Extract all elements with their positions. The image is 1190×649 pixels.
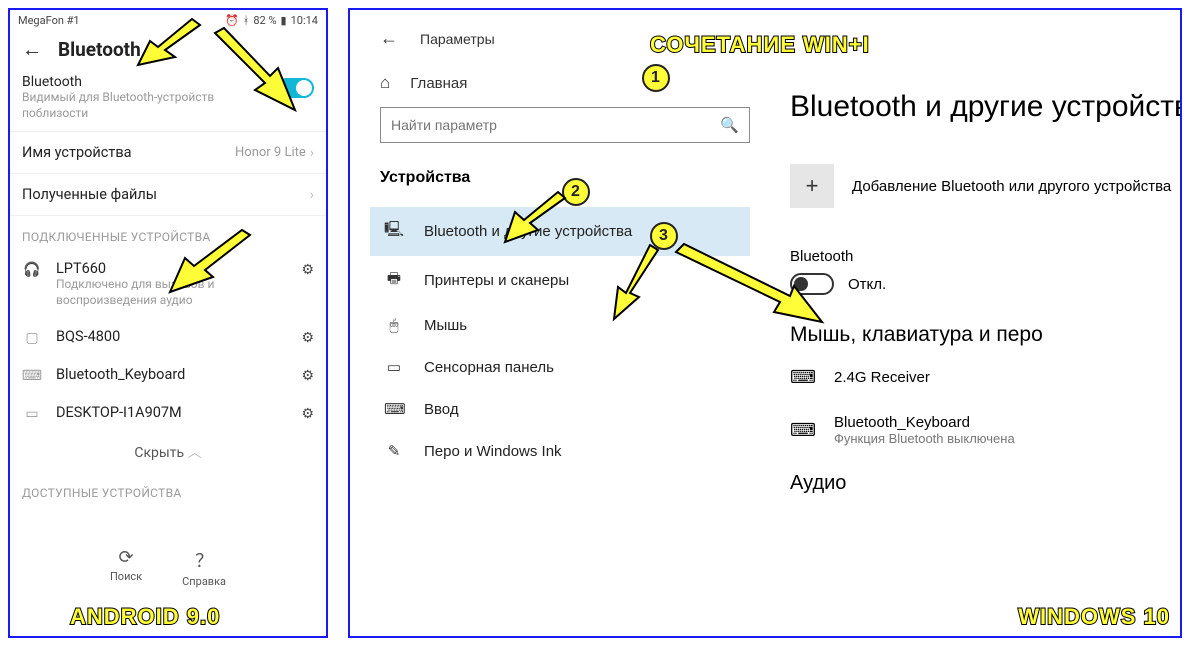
- android-screenshot: MegaFon #1 ⏰ ᚼ 82 % ▮ 10:14 ← Bluetooth …: [8, 8, 328, 638]
- annotation-arrow: [150, 230, 260, 300]
- search-input[interactable]: [391, 117, 720, 133]
- headphones-icon: 🎧: [22, 260, 42, 278]
- sidebar-item-label: Ввод: [424, 401, 459, 418]
- phone-icon: ▢: [22, 328, 42, 346]
- printer-icon: 🖶: [384, 268, 404, 293]
- device-name-value: Honor 9 Lite: [235, 145, 306, 160]
- alarm-icon: ⏰: [225, 14, 239, 27]
- device-name: 2.4G Receiver: [834, 369, 930, 386]
- laptop-icon: ▭: [22, 404, 42, 422]
- chevron-right-icon: ›: [310, 145, 314, 161]
- device-name-row[interactable]: Имя устройства Honor 9 Lite ›: [10, 132, 326, 174]
- bluetooth-icon: 🖳: [384, 219, 404, 244]
- bluetooth-state: Откл.: [848, 276, 886, 293]
- search-button[interactable]: ⟳ Поиск: [110, 547, 142, 588]
- device-name: DESKTOP-I1A907M: [56, 404, 287, 421]
- connected-device-row[interactable]: ⌨ Bluetooth_Keyboard ⚙: [10, 356, 326, 394]
- clock: 10:14: [291, 14, 318, 27]
- battery-percent: 82 %: [253, 14, 276, 27]
- back-arrow-icon[interactable]: ←: [22, 37, 42, 62]
- settings-content: Bluetooth и другие устройства + Добавлен…: [780, 10, 1180, 636]
- settings-title: Параметры: [420, 31, 495, 47]
- annotation-arrow: [500, 190, 580, 250]
- section-header: Устройства: [380, 169, 750, 187]
- add-device-button[interactable]: + Добавление Bluetooth или другого устро…: [790, 164, 1180, 208]
- pen-icon: ✎: [384, 442, 404, 460]
- device-status: Функция Bluetooth выключена: [834, 431, 1015, 446]
- refresh-icon: ⟳: [119, 547, 134, 568]
- windows-screenshot: ← Параметры ⌂ Главная 🔍 Устройства 🖳 Blu…: [348, 8, 1182, 638]
- keyboard-icon: ⌨: [790, 420, 816, 441]
- mkp-header: Мышь, клавиатура и перо: [790, 323, 1180, 347]
- sidebar-item-pen[interactable]: ✎ Перо и Windows Ink: [380, 430, 750, 472]
- gear-icon[interactable]: ⚙: [301, 368, 314, 384]
- home-icon: ⌂: [380, 73, 390, 93]
- device-name: Bluetooth_Keyboard: [834, 414, 1015, 431]
- device-name-label: Имя устройства: [22, 144, 132, 161]
- sidebar-item-typing[interactable]: ⌨ Ввод: [380, 388, 750, 430]
- search-label: Поиск: [110, 570, 142, 583]
- received-files-label: Полученные файлы: [22, 186, 157, 203]
- home-label: Главная: [410, 75, 467, 92]
- device-name: BQS-4800: [56, 328, 287, 345]
- sidebar-item-label: Перо и Windows Ink: [424, 443, 562, 460]
- chevron-right-icon: ›: [310, 187, 314, 203]
- device-row[interactable]: ⌨ 2.4G Receiver: [790, 367, 1180, 388]
- add-device-label: Добавление Bluetooth или другого устройс…: [852, 178, 1171, 195]
- connected-device-row[interactable]: ▢ BQS-4800 ⚙: [10, 318, 326, 356]
- hide-button[interactable]: Скрыть ︿: [10, 432, 326, 472]
- page-title: Bluetooth и другие устройства: [790, 90, 1180, 124]
- bluetooth-label: Bluetooth: [790, 248, 1180, 265]
- sidebar-item-touchpad[interactable]: ▭ Сенсорная панель: [380, 346, 750, 388]
- device-row[interactable]: ⌨ Bluetooth_Keyboard Функция Bluetooth в…: [790, 414, 1180, 446]
- annotation-arrow: [200, 28, 310, 118]
- gear-icon[interactable]: ⚙: [301, 406, 314, 422]
- keyboard-icon: ⌨: [384, 400, 404, 418]
- android-caption: ANDROID 9.0: [70, 604, 220, 630]
- search-box[interactable]: 🔍: [380, 107, 750, 143]
- carrier-label: MegaFon #1: [18, 14, 80, 27]
- plus-icon: +: [790, 164, 834, 208]
- device-name: Bluetooth_Keyboard: [56, 366, 287, 383]
- keyboard-icon: ⌨: [790, 367, 816, 388]
- received-files-row[interactable]: Полученные файлы ›: [10, 174, 326, 216]
- annotation-arrow: [608, 245, 678, 325]
- connected-device-row[interactable]: ▭ DESKTOP-I1A907M ⚙: [10, 394, 326, 432]
- touchpad-icon: ▭: [384, 358, 404, 376]
- sidebar-item-label: Принтеры и сканеры: [424, 272, 569, 289]
- back-arrow-icon[interactable]: ←: [380, 28, 398, 49]
- home-link[interactable]: ⌂ Главная: [380, 73, 750, 93]
- help-icon: ？: [195, 547, 213, 573]
- mouse-icon: 🖱: [384, 317, 404, 334]
- available-devices-header: ДОСТУПНЫЕ УСТРОЙСТВА: [10, 472, 326, 506]
- search-icon: 🔍: [720, 116, 739, 134]
- sidebar-item-label: Мышь: [424, 317, 467, 334]
- gear-icon[interactable]: ⚙: [301, 262, 314, 278]
- help-button[interactable]: ？ Справка: [182, 547, 226, 588]
- bt-status-icon: ᚼ: [243, 14, 250, 27]
- annotation-arrow: [120, 15, 210, 70]
- audio-header: Аудио: [790, 472, 1180, 495]
- gear-icon[interactable]: ⚙: [301, 330, 314, 346]
- sidebar-item-label: Сенсорная панель: [424, 359, 554, 376]
- chevron-up-icon: ︿: [188, 445, 202, 461]
- help-label: Справка: [182, 575, 226, 588]
- battery-icon: ▮: [281, 14, 287, 27]
- keyboard-icon: ⌨: [22, 366, 42, 384]
- annotation-arrow: [670, 242, 830, 332]
